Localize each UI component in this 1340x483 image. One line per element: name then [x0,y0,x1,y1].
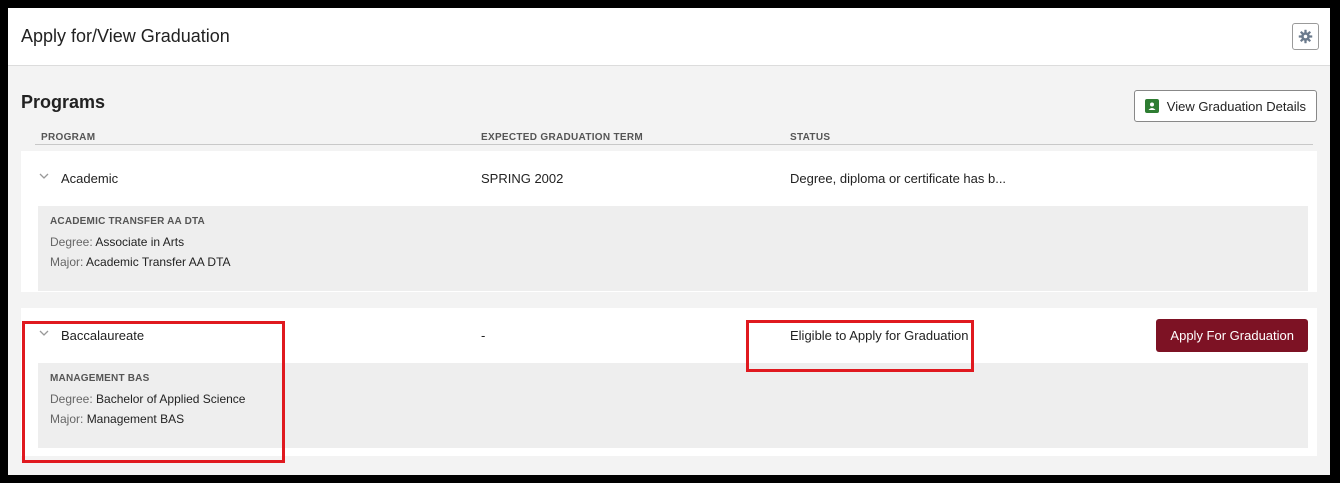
id-card-icon [1144,99,1159,113]
program-name: Academic [61,171,119,186]
program-detail: MANAGEMENT BAS Degree: Bachelor of Appli… [38,363,1308,448]
status-text: Degree, diploma or certificate has b... [790,171,1007,186]
program-detail-title: ACADEMIC TRANSFER AA DTA [50,216,205,227]
apply-for-graduation-button[interactable]: Apply For Graduation [1156,319,1308,352]
chevron-down-icon[interactable] [38,327,50,339]
programs-title: Programs [21,92,106,112]
column-expected-term: EXPECTED GRADUATION TERM [481,132,644,143]
program-detail: ACADEMIC TRANSFER AA DTA Degree: Associa… [38,206,1308,291]
view-graduation-details-label: View Graduation Details [1166,98,1306,114]
gear-icon [1298,29,1313,44]
page-header: Apply for/View Graduation [8,8,1330,66]
column-program: PROGRAM [41,132,96,143]
major-value: Management BAS [86,412,185,426]
graduation-panel: Apply for/View Graduation Programs View … [8,8,1330,475]
table-row[interactable]: Academic SPRING 2002 Degree, diploma or … [21,151,1317,206]
program-detail-title: MANAGEMENT BAS [50,373,150,384]
program-card-baccalaureate: Baccalaureate - Eligible to Apply for Gr… [21,308,1317,456]
settings-button[interactable] [1292,23,1319,50]
page-title: Apply for/View Graduation [21,26,230,46]
expected-term: - [481,328,486,343]
chevron-down-icon[interactable] [38,170,50,182]
major-label: Major: [50,412,84,426]
degree-value: Bachelor of Applied Science [96,392,246,406]
table-row[interactable]: Baccalaureate - Eligible to Apply for Gr… [21,308,1317,363]
major-label: Major: [50,255,84,269]
program-card-academic: Academic SPRING 2002 Degree, diploma or … [21,151,1317,292]
expected-term: SPRING 2002 [481,171,564,186]
program-name: Baccalaureate [61,328,145,343]
degree-label: Degree: [50,392,93,406]
major-value: Academic Transfer AA DTA [86,255,231,269]
degree-label: Degree: [50,235,93,249]
status-text: Eligible to Apply for Graduation [790,328,969,343]
programs-header: Programs View Graduation Details [8,66,1330,122]
degree-value: Associate in Arts [95,235,185,249]
table-header: PROGRAM EXPECTED GRADUATION TERM STATUS [35,116,1313,145]
column-status: STATUS [790,132,831,143]
